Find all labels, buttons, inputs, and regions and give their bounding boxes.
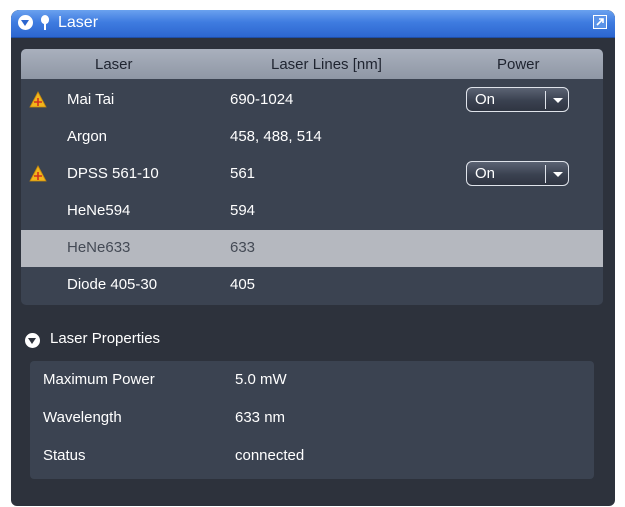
property-value: 633 nm (235, 409, 286, 426)
chevron-down-circle-icon[interactable] (25, 333, 40, 348)
property-value: connected (235, 447, 305, 464)
laser-row-hene594[interactable]: HeNe594 594 (21, 193, 603, 230)
dropdown-divider (545, 91, 546, 109)
laser-lines: 405 (230, 276, 256, 293)
laser-name: Mai Tai (67, 91, 115, 108)
laser-name: HeNe594 (67, 202, 131, 219)
chevron-down-circle-icon[interactable] (18, 15, 33, 30)
power-dropdown[interactable]: On (466, 161, 569, 186)
laser-name: Argon (67, 128, 108, 145)
laser-panel: Laser Laser Laser Lines [nm] Power Mai T… (11, 10, 615, 506)
column-header-laser[interactable]: Laser (95, 56, 133, 73)
table-header: Laser Laser Lines [nm] Power (21, 49, 603, 79)
property-row: Maximum Power 5.0 mW (30, 361, 594, 398)
laser-row-diode-405-30[interactable]: Diode 405-30 405 (21, 267, 603, 304)
property-row: Wavelength 633 nm (30, 399, 594, 436)
laser-lines: 633 (230, 239, 256, 256)
laser-name: Diode 405-30 (67, 276, 158, 293)
laser-properties-panel: Maximum Power 5.0 mW Wavelength 633 nm S… (30, 361, 594, 479)
property-label: Status (43, 447, 86, 464)
panel-title: Laser (58, 14, 99, 31)
laser-lines: 690-1024 (230, 91, 294, 108)
laser-row-argon[interactable]: Argon 458, 488, 514 (21, 119, 603, 156)
property-value: 5.0 mW (235, 371, 287, 388)
laser-properties-title[interactable]: Laser Properties (50, 330, 160, 347)
laser-lines: 594 (230, 202, 256, 219)
property-label: Maximum Power (43, 371, 155, 388)
power-value: On (475, 165, 496, 182)
property-row: Status connected (30, 437, 594, 474)
column-header-power[interactable]: Power (497, 56, 540, 73)
warning-icon (29, 165, 47, 182)
laser-lines: 561 (230, 165, 256, 182)
laser-lines: 458, 488, 514 (230, 128, 322, 145)
laser-row-mai-tai[interactable]: Mai Tai 690-1024 On (21, 82, 603, 119)
pin-icon[interactable] (40, 15, 50, 31)
laser-row-dpss-561-10[interactable]: DPSS 561-10 561 On (21, 156, 603, 193)
dropdown-divider (545, 165, 546, 183)
chevron-down-icon[interactable] (553, 172, 563, 177)
power-dropdown[interactable]: On (466, 87, 569, 112)
column-header-laser-lines[interactable]: Laser Lines [nm] (271, 56, 382, 73)
property-label: Wavelength (43, 409, 122, 426)
laser-row-hene633[interactable]: HeNe633 633 (21, 230, 603, 267)
laser-name: DPSS 561-10 (67, 165, 159, 182)
warning-icon (29, 91, 47, 108)
laser-table: Laser Laser Lines [nm] Power Mai Tai 690… (21, 49, 603, 305)
laser-name: HeNe633 (67, 239, 131, 256)
power-value: On (475, 91, 496, 108)
panel-title-bar: Laser (11, 10, 615, 38)
undock-window-icon[interactable] (593, 15, 607, 29)
chevron-down-icon[interactable] (553, 98, 563, 103)
